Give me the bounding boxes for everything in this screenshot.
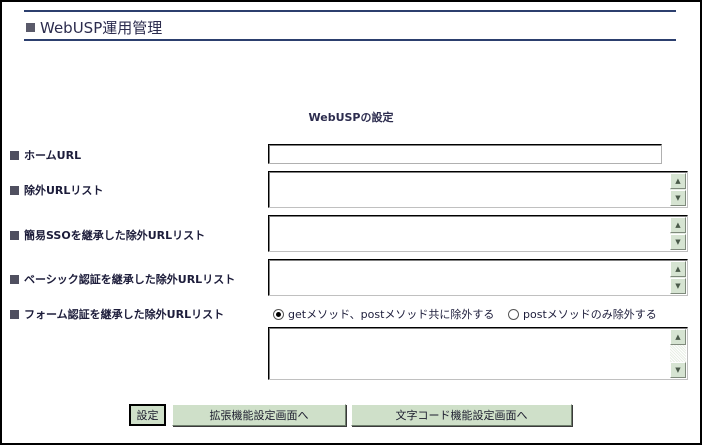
form-auth-exclude-list-label-text: フォーム認証を継承した除外URLリスト	[24, 308, 225, 321]
scrollbar[interactable]: ▲ ▼	[670, 261, 686, 294]
basic-auth-exclude-list-label-text: ベーシック認証を継承した除外URLリスト	[24, 273, 236, 286]
header-rule-top	[24, 10, 676, 12]
radio-unselected-icon[interactable]	[508, 308, 519, 320]
form-auth-exclude-list-value[interactable]	[272, 330, 667, 377]
page-title: WebUSP運用管理	[26, 16, 162, 38]
bullet-square-icon	[26, 22, 35, 32]
page-title-text: WebUSP運用管理	[40, 18, 163, 37]
home-url-label: ホームURL	[10, 148, 81, 162]
window-frame: WebUSP運用管理 WebUSPの設定 ホームURL 除外URLリスト ▲ ▼…	[0, 0, 702, 445]
save-button[interactable]: 設定	[129, 404, 166, 426]
sso-exclude-list-textarea[interactable]: ▲ ▼	[268, 215, 688, 252]
scroll-up-arrow-icon[interactable]: ▲	[670, 173, 686, 189]
form-auth-exclude-list-label: フォーム認証を継承した除外URLリスト	[10, 307, 224, 321]
radio-selected-icon[interactable]	[273, 308, 284, 320]
home-url-label-text: ホームURL	[24, 149, 82, 162]
exclude-url-list-textarea[interactable]: ▲ ▼	[268, 171, 688, 208]
exclude-url-list-label-text: 除外URLリスト	[24, 184, 104, 197]
scrollbar[interactable]: ▲ ▼	[670, 217, 686, 250]
radio-get-post-label[interactable]: getメソッド、postメソッド共に除外する	[288, 306, 494, 322]
extended-settings-button[interactable]: 拡張機能設定画面へ	[172, 404, 346, 426]
bullet-square-icon	[10, 309, 19, 319]
sso-exclude-list-label-text: 簡易SSOを継承した除外URLリスト	[24, 229, 206, 242]
scroll-down-arrow-icon[interactable]: ▼	[670, 278, 686, 294]
home-url-input[interactable]	[268, 144, 662, 164]
basic-auth-exclude-list-value[interactable]	[272, 262, 667, 293]
scrollbar[interactable]: ▲ ▼	[670, 173, 686, 206]
scroll-up-arrow-icon[interactable]: ▲	[670, 261, 686, 277]
scroll-down-arrow-icon[interactable]: ▼	[670, 362, 686, 378]
bullet-square-icon	[10, 185, 19, 195]
charcode-settings-button[interactable]: 文字コード機能設定画面へ	[351, 404, 572, 426]
scroll-down-arrow-icon[interactable]: ▼	[670, 190, 686, 206]
basic-auth-exclude-list-textarea[interactable]: ▲ ▼	[268, 259, 688, 296]
header-rule-bottom	[24, 39, 676, 41]
bullet-square-icon	[10, 274, 19, 284]
scroll-up-arrow-icon[interactable]: ▲	[670, 217, 686, 233]
radio-get-post[interactable]: getメソッド、postメソッド共に除外する	[273, 306, 494, 322]
scroll-down-arrow-icon[interactable]: ▼	[670, 234, 686, 250]
radio-post-only-label[interactable]: postメソッドのみ除外する	[523, 306, 657, 322]
bullet-square-icon	[10, 230, 19, 240]
section-title: WebUSPの設定	[308, 111, 394, 124]
scrollbar[interactable]: ▲ ▼	[670, 329, 686, 378]
form-auth-exclude-list-textarea[interactable]: ▲ ▼	[268, 327, 688, 380]
scroll-up-arrow-icon[interactable]: ▲	[670, 329, 686, 345]
radio-post-only[interactable]: postメソッドのみ除外する	[508, 306, 657, 322]
exclude-url-list-value[interactable]	[272, 174, 667, 205]
basic-auth-exclude-list-label: ベーシック認証を継承した除外URLリスト	[10, 272, 235, 286]
bullet-square-icon	[10, 150, 19, 160]
exclude-url-list-label: 除外URLリスト	[10, 183, 103, 197]
sso-exclude-list-value[interactable]	[272, 218, 667, 249]
sso-exclude-list-label: 簡易SSOを継承した除外URLリスト	[10, 228, 205, 242]
